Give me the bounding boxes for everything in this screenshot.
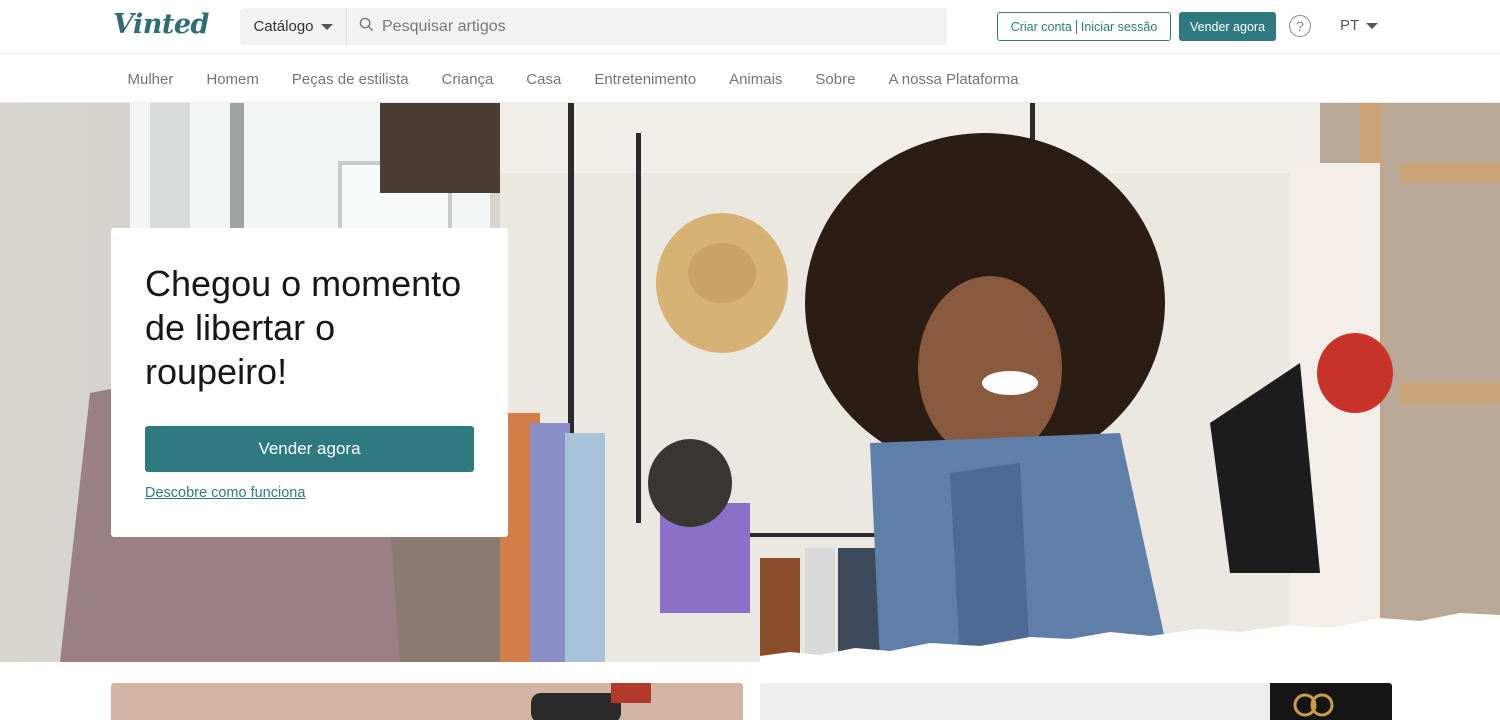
signup-label: Criar conta — [1010, 19, 1072, 34]
nav-item-sobre[interactable]: Sobre — [799, 71, 872, 88]
category-nav: Mulher Homem Peças de estilista Criança Casa… — [0, 55, 1500, 103]
promo-image-left — [531, 683, 651, 720]
search-bar: Catálogo — [240, 8, 947, 45]
nav-item-a-nossa-plataforma[interactable]: A nossa Plataforma — [872, 71, 1035, 88]
search-icon — [359, 17, 374, 37]
nav-item-animais[interactable]: Animais — [713, 71, 799, 88]
question-circle-icon[interactable]: ? — [1289, 15, 1311, 37]
search-input[interactable] — [382, 17, 942, 36]
chevron-down-icon — [320, 23, 333, 30]
hero-title: Chegou o momento de libertar o roupeiro! — [145, 263, 462, 392]
sell-now-hero-button[interactable]: Vender agora — [145, 426, 474, 472]
signup-login-button[interactable]: Criar conta Iniciar sessão — [997, 12, 1171, 41]
nav-item-pecas-de-estilista[interactable]: Peças de estilista — [275, 71, 425, 88]
vinted-logo[interactable]: Vinted — [113, 9, 209, 40]
nav-item-homem[interactable]: Homem — [190, 71, 276, 88]
language-label: PT — [1340, 17, 1360, 34]
login-label: Iniciar sessão — [1080, 19, 1158, 34]
hero-banner: Chegou o momento de libertar o roupeiro!… — [0, 103, 1500, 662]
nav-item-entretenimento[interactable]: Entretenimento — [578, 71, 713, 88]
catalog-dropdown[interactable]: Catálogo — [240, 8, 347, 45]
promo-card-left[interactable] — [111, 683, 743, 720]
language-selector[interactable]: PT — [1340, 17, 1379, 34]
nav-item-crianca[interactable]: Criança — [425, 71, 510, 88]
top-header: Vinted Catálogo Criar conta Iniciar sess… — [0, 0, 1500, 54]
promo-image-right — [1270, 683, 1392, 720]
search-field — [347, 8, 947, 45]
how-it-works-link[interactable]: Descobre como funciona — [145, 485, 305, 501]
chevron-down-icon — [1366, 22, 1379, 29]
hero-card: Chegou o momento de libertar o roupeiro!… — [111, 228, 508, 537]
nav-item-mulher[interactable]: Mulher — [111, 71, 190, 88]
divider — [1075, 19, 1077, 34]
catalog-label: Catálogo — [253, 18, 314, 35]
sell-now-header-button[interactable]: Vender agora — [1179, 12, 1276, 41]
nav-item-casa[interactable]: Casa — [510, 71, 578, 88]
promo-card-right[interactable] — [760, 683, 1392, 720]
